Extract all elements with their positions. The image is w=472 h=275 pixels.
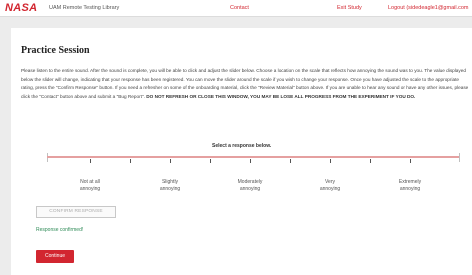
app-title: UAM Remote Testing Library [49, 5, 120, 11]
scale-label-line: annoying [399, 186, 421, 192]
response-status-text: Response confirmed! [36, 227, 84, 233]
nav-logout-link[interactable]: Logout (sidedeagle1@gmail.com [388, 4, 469, 12]
slider-tick [330, 159, 331, 163]
nav-exit-study-link[interactable]: Exit Study [337, 4, 362, 12]
scale-label-line: Moderately [237, 179, 263, 185]
slider-tick [170, 159, 171, 163]
scale-label-line: Very [324, 179, 335, 185]
top-nav-bar: NASA UAM Remote Testing Library Contact … [0, 0, 472, 17]
scale-label-line: annoying [79, 186, 101, 192]
scale-label-very: Very annoying [300, 179, 360, 193]
page-title: Practice Session [21, 45, 90, 56]
instructions-text: Please listen to the entire sound. After… [21, 67, 470, 102]
slider-tick [370, 159, 371, 163]
select-response-prompt: Select a response below. [212, 143, 272, 149]
nasa-logo: NASA [5, 2, 38, 14]
scale-label-extremely: Extremely annoying [380, 179, 440, 193]
slider-tick [250, 159, 251, 163]
scale-label-line: annoying [159, 186, 181, 192]
content-card [11, 28, 472, 275]
nav-contact-link[interactable]: Contact [230, 4, 249, 12]
scale-label-line: Slightly [161, 179, 179, 185]
slider-tick [410, 159, 411, 163]
confirm-response-button[interactable]: CONFIRM RESPONSE [36, 206, 116, 218]
scale-label-line: annoying [319, 186, 341, 192]
scale-label-slightly: Slightly annoying [140, 179, 200, 193]
scale-label-line: Not at all [80, 179, 100, 185]
scale-label-moderately: Moderately annoying [220, 179, 280, 193]
continue-button[interactable]: Continue [36, 250, 74, 263]
slider-tick [210, 159, 211, 163]
slider-track[interactable] [47, 156, 460, 158]
slider-tick [130, 159, 131, 163]
scale-label-not-at-all: Not at all annoying [60, 179, 120, 193]
slider-end-edge [459, 153, 460, 162]
slider-start-edge [47, 153, 48, 162]
slider-tick [290, 159, 291, 163]
scale-label-line: annoying [239, 186, 261, 192]
warning-text: DO NOT REFRESH OR CLOSE THIS WINDOW, YOU… [146, 94, 416, 100]
slider-tick [90, 159, 91, 163]
scale-label-line: Extremely [398, 179, 422, 185]
